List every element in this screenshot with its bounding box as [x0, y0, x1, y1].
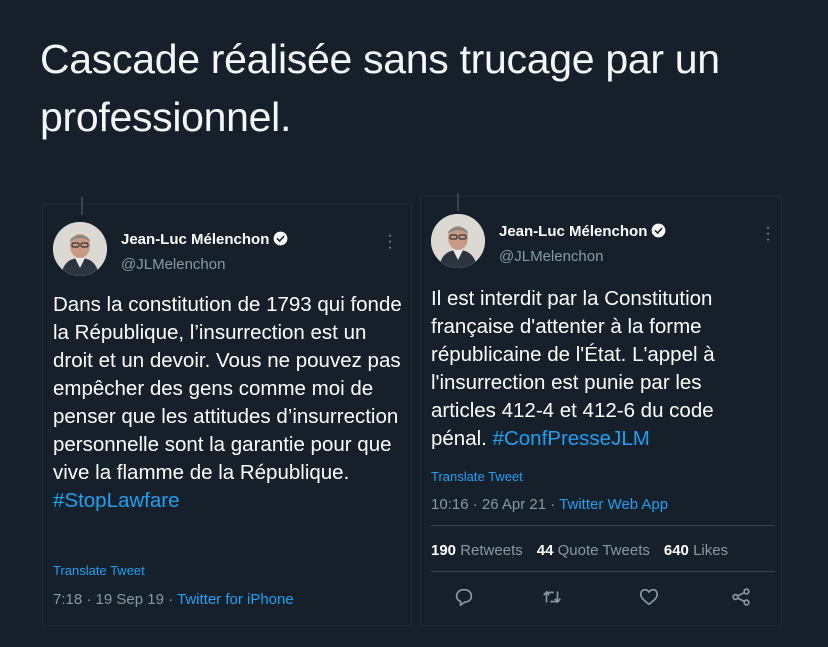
thread-line	[81, 197, 83, 215]
author-name-text[interactable]: Jean-Luc Mélenchon	[499, 223, 647, 240]
tweet-timestamp: 7:18 · 19 Sep 19 · Twitter for iPhone	[53, 591, 294, 608]
timestamp-text[interactable]: 10:16 · 26 Apr 21 ·	[431, 496, 559, 513]
share-icon[interactable]	[730, 586, 752, 608]
tweet-source-link[interactable]: Twitter for iPhone	[177, 591, 294, 608]
tweet-card-right: Jean-Luc Mélenchon @JLMelenchon · · · Il e…	[420, 193, 782, 626]
engagement-stats: 190 Retweets 44 Quote Tweets 640 Likes	[431, 542, 728, 559]
tweet-body: Dans la constitution de 1793 qui fonde l…	[53, 293, 402, 484]
retweets-stat[interactable]: 190 Retweets	[431, 542, 523, 559]
divider	[431, 571, 775, 572]
quotes-count: 44	[536, 542, 554, 559]
tweet-timestamp: 10:16 · 26 Apr 21 · Twitter Web App	[431, 496, 668, 513]
likes-count: 640	[663, 542, 689, 559]
avatar[interactable]	[53, 222, 107, 276]
avatar-portrait-icon	[53, 222, 107, 276]
author-handle[interactable]: @JLMelenchon	[499, 248, 603, 265]
tweet-text: Il est interdit par la Constitution fran…	[431, 285, 765, 453]
author-name[interactable]: Jean-Luc Mélenchon	[499, 223, 666, 240]
author-name-text[interactable]: Jean-Luc Mélenchon	[121, 231, 269, 248]
retweets-count: 190	[431, 542, 457, 559]
caption: Cascade réalisée sans trucage par un pro…	[40, 36, 720, 140]
thread-line	[457, 193, 459, 211]
retweets-label: Retweets	[460, 542, 523, 559]
author-name[interactable]: Jean-Luc Mélenchon	[121, 231, 288, 248]
divider	[431, 525, 775, 526]
verified-badge-icon	[651, 223, 666, 238]
tweet-card-left: Jean-Luc Mélenchon @JLMelenchon · · · Dans…	[42, 197, 412, 626]
translate-tweet-link[interactable]: Translate Tweet	[53, 563, 145, 578]
hashtag-link[interactable]: #ConfPresseJLM	[493, 427, 650, 450]
quotes-label: Quote Tweets	[557, 542, 650, 559]
tweet-body: Il est interdit par la Constitution fran…	[431, 287, 715, 450]
reply-icon[interactable]	[453, 586, 475, 608]
hashtag-link[interactable]: #StopLawfare	[53, 489, 180, 512]
retweet-icon[interactable]	[541, 586, 563, 608]
more-options-icon[interactable]: · · ·	[763, 220, 773, 248]
quotes-stat[interactable]: 44 Quote Tweets	[537, 542, 650, 559]
timestamp-text[interactable]: 7:18 · 19 Sep 19 ·	[53, 591, 177, 608]
translate-tweet-link[interactable]: Translate Tweet	[431, 469, 523, 484]
tweet-source-link[interactable]: Twitter Web App	[559, 496, 668, 513]
avatar-portrait-icon	[431, 214, 485, 268]
like-icon[interactable]	[638, 586, 660, 608]
avatar[interactable]	[431, 214, 485, 268]
likes-label: Likes	[693, 542, 729, 559]
likes-stat[interactable]: 640 Likes	[664, 542, 728, 559]
verified-badge-icon	[273, 231, 288, 246]
author-handle[interactable]: @JLMelenchon	[121, 256, 225, 273]
more-options-icon[interactable]: · · ·	[385, 228, 395, 256]
tweet-text: Dans la constitution de 1793 qui fonde l…	[53, 291, 403, 515]
